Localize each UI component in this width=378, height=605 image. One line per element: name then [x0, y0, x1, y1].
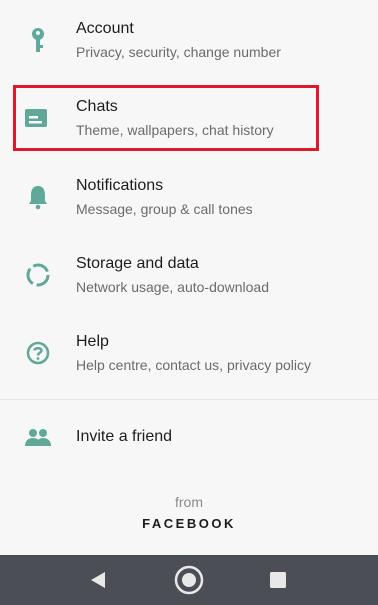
back-icon[interactable] [82, 564, 114, 596]
chats-title: Chats [76, 98, 118, 115]
storage-subtitle: Network usage, auto-download [76, 279, 270, 295]
settings-item-notifications[interactable]: Notifications Message, group & call tone… [0, 156, 378, 234]
chats-subtitle: Theme, wallpapers, chat history [76, 122, 274, 138]
settings-item-account[interactable]: Account Privacy, security, change number [0, 0, 378, 78]
settings-item-chats[interactable]: Chats Theme, wallpapers, chat history [0, 78, 378, 156]
storage-icon [24, 261, 52, 289]
settings-item-storage[interactable]: Storage and data Network usage, auto-dow… [0, 234, 378, 312]
help-subtitle: Help centre, contact us, privacy policy [76, 357, 311, 373]
notifications-subtitle: Message, group & call tones [76, 201, 253, 217]
facebook-logo-text: FACEBOOK [142, 516, 236, 531]
settings-item-invite[interactable]: Invite a friend [0, 400, 378, 472]
account-subtitle: Privacy, security, change number [76, 44, 281, 60]
help-title: Help [76, 333, 109, 350]
key-icon [24, 26, 52, 54]
people-icon [24, 424, 52, 452]
home-icon[interactable] [173, 564, 205, 596]
invite-title: Invite a friend [76, 428, 173, 445]
settings-item-help[interactable]: Help Help centre, contact us, privacy po… [0, 312, 378, 390]
storage-title: Storage and data [76, 255, 199, 272]
bell-icon [24, 183, 52, 211]
notifications-title: Notifications [76, 177, 164, 194]
help-icon [24, 339, 52, 367]
account-title: Account [76, 20, 134, 37]
chat-icon [24, 104, 52, 132]
android-navigation-bar [0, 555, 378, 605]
recents-icon[interactable] [262, 564, 294, 596]
footer-from-text: from [175, 494, 203, 510]
